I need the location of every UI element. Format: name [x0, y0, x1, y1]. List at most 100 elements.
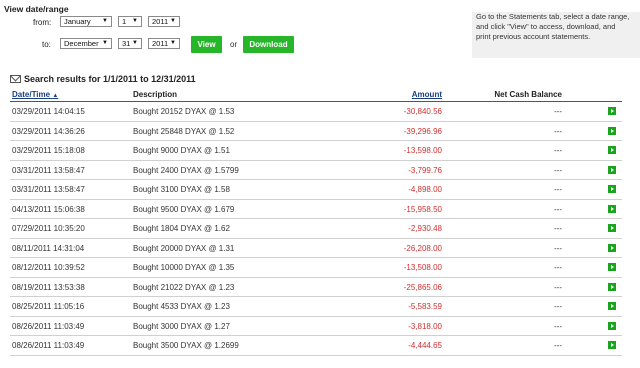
date-cell: 03/29/2011 14:36:26: [12, 126, 85, 136]
net-cash-cell: ---: [554, 321, 562, 331]
table-row: 03/31/2011 13:58:47 Bought 3100 DYAX @ 1.…: [10, 180, 622, 200]
expand-arrow-icon[interactable]: [608, 282, 616, 291]
date-cell: 08/19/2011 13:53:38: [12, 282, 85, 292]
description-cell: Bought 10000 DYAX @ 1.35: [133, 263, 235, 272]
date-cell: 08/12/2011 10:39:52: [12, 263, 85, 272]
table-row: 03/29/2011 14:36:26 Bought 25848 DYAX @ 1…: [10, 122, 622, 141]
to-month-value: December: [64, 39, 99, 48]
date-cell: 03/31/2011 13:58:47: [12, 165, 85, 175]
expand-arrow-icon[interactable]: [608, 302, 616, 310]
amount-cell: -3,799.76: [408, 165, 442, 175]
chevron-down-icon: ▼: [132, 18, 138, 24]
net-cash-cell: ---: [554, 126, 562, 136]
date-cell: 08/26/2011 11:03:49: [12, 341, 85, 350]
amount-cell: -13,508.00: [403, 263, 442, 272]
from-year-select[interactable]: 2011 ▼: [148, 16, 180, 27]
to-month-select[interactable]: December ▼: [60, 38, 112, 49]
expand-arrow-icon[interactable]: [608, 146, 616, 154]
description-cell: Bought 20152 DYAX @ 1.53: [133, 107, 235, 116]
sort-ascending-icon: ▲: [52, 93, 59, 99]
table-row: 08/11/2011 14:31:04 Bought 20000 DYAX @ 1…: [10, 239, 622, 258]
description-cell: Bought 2400 DYAX @ 1.5799: [133, 165, 239, 175]
results-title-text: Search results for 1/1/2011 to 12/31/201…: [24, 74, 196, 84]
chevron-down-icon: ▼: [170, 40, 176, 46]
from-day-value: 1: [122, 17, 127, 26]
table-row: 03/31/2011 13:58:47 Bought 2400 DYAX @ 1.…: [10, 161, 622, 180]
expand-arrow-icon[interactable]: [608, 204, 616, 213]
amount-cell: -3,818.00: [408, 321, 442, 331]
amount-column-header[interactable]: Amount: [412, 90, 442, 99]
chevron-down-icon: ▼: [102, 40, 108, 46]
from-month-value: January: [64, 17, 91, 26]
table-row: 08/25/2011 11:05:16 Bought 4533 DYAX @ 1.…: [10, 297, 622, 317]
net-cash-column-header: Net Cash Balance: [494, 90, 562, 99]
from-month-select[interactable]: January ▼: [60, 16, 112, 27]
from-day-select[interactable]: 1 ▼: [118, 16, 142, 27]
expand-arrow-icon[interactable]: [608, 185, 616, 193]
net-cash-cell: ---: [554, 302, 562, 311]
expand-arrow-icon[interactable]: [608, 321, 616, 330]
date-cell: 08/25/2011 11:05:16: [12, 302, 85, 311]
amount-cell: -13,598.00: [403, 146, 442, 155]
table-row: 08/26/2011 11:03:49 Bought 3000 DYAX @ 1.…: [10, 317, 622, 336]
expand-arrow-icon[interactable]: [608, 126, 616, 135]
to-day-select[interactable]: 31 ▼: [118, 38, 142, 49]
from-year-value: 2011: [152, 17, 169, 26]
date-cell: 03/31/2011 13:58:47: [12, 185, 85, 194]
from-label: from:: [33, 18, 52, 27]
to-label: to:: [42, 40, 51, 49]
description-cell: Bought 20000 DYAX @ 1.31: [133, 243, 235, 253]
expand-arrow-icon[interactable]: [608, 224, 616, 232]
description-cell: Bought 1804 DYAX @ 1.62: [133, 224, 230, 233]
statements-help-box: Go to the Statements tab, select a date …: [472, 0, 640, 58]
table-row: 08/26/2011 11:03:49 Bought 3500 DYAX @ 1.…: [10, 336, 622, 356]
to-year-value: 2011: [152, 39, 169, 48]
description-cell: Bought 4533 DYAX @ 1.23: [133, 302, 230, 311]
date-cell: 04/13/2011 15:06:38: [12, 204, 85, 214]
table-row: 08/19/2011 13:53:38 Bought 21022 DYAX @ 1…: [10, 278, 622, 297]
expand-arrow-icon[interactable]: [608, 263, 616, 271]
date-cell: 03/29/2011 15:18:08: [12, 146, 85, 155]
view-button[interactable]: View: [191, 36, 222, 53]
date-cell: 08/11/2011 14:31:04: [12, 243, 85, 253]
amount-cell: -4,444.65: [408, 341, 442, 350]
net-cash-cell: ---: [554, 204, 562, 214]
date-cell: 07/29/2011 10:35:20: [12, 224, 85, 233]
chevron-down-icon: ▼: [132, 40, 138, 46]
net-cash-cell: ---: [554, 146, 562, 155]
description-cell: Bought 3000 DYAX @ 1.27: [133, 321, 230, 331]
table-row: 03/29/2011 14:04:15 Bought 20152 DYAX @ 1…: [10, 102, 622, 122]
chevron-down-icon: ▼: [102, 18, 108, 24]
amount-cell: -25,865.06: [403, 282, 442, 292]
to-year-select[interactable]: 2011 ▼: [148, 38, 180, 49]
date-cell: 03/29/2011 14:04:15: [12, 107, 85, 116]
description-cell: Bought 9500 DYAX @ 1.679: [133, 204, 235, 214]
amount-cell: -4,898.00: [408, 185, 442, 194]
table-row: 07/29/2011 10:35:20 Bought 1804 DYAX @ 1.…: [10, 219, 622, 239]
expand-arrow-icon[interactable]: [608, 165, 616, 174]
expand-arrow-icon[interactable]: [608, 107, 616, 115]
chevron-down-icon: ▼: [170, 18, 176, 24]
amount-cell: -2,930.48: [408, 224, 442, 233]
description-cell: Bought 3100 DYAX @ 1.58: [133, 185, 230, 194]
amount-cell: -26,208.00: [403, 243, 442, 253]
description-cell: Bought 21022 DYAX @ 1.23: [133, 282, 235, 292]
to-day-value: 31: [122, 39, 131, 48]
table-row: 08/12/2011 10:39:52 Bought 10000 DYAX @ 1…: [10, 258, 622, 278]
net-cash-cell: ---: [554, 224, 562, 233]
description-cell: Bought 9000 DYAX @ 1.51: [133, 146, 230, 155]
expand-arrow-icon[interactable]: [608, 341, 616, 349]
description-cell: Bought 25848 DYAX @ 1.52: [133, 126, 235, 136]
net-cash-cell: ---: [554, 165, 562, 175]
net-cash-cell: ---: [554, 341, 562, 350]
download-button[interactable]: Download: [243, 36, 294, 53]
net-cash-cell: ---: [554, 282, 562, 292]
expand-arrow-icon[interactable]: [608, 243, 616, 252]
table-row: 04/13/2011 15:06:38 Bought 9500 DYAX @ 1.…: [10, 200, 622, 219]
description-cell: Bought 3500 DYAX @ 1.2699: [133, 341, 239, 350]
date-column-header[interactable]: Date/Time ▲: [12, 90, 58, 99]
net-cash-cell: ---: [554, 107, 562, 116]
date-cell: 08/26/2011 11:03:49: [12, 321, 85, 331]
results-heading: Search results for 1/1/2011 to 12/31/201…: [10, 74, 196, 84]
amount-cell: -15,958.50: [403, 204, 442, 214]
